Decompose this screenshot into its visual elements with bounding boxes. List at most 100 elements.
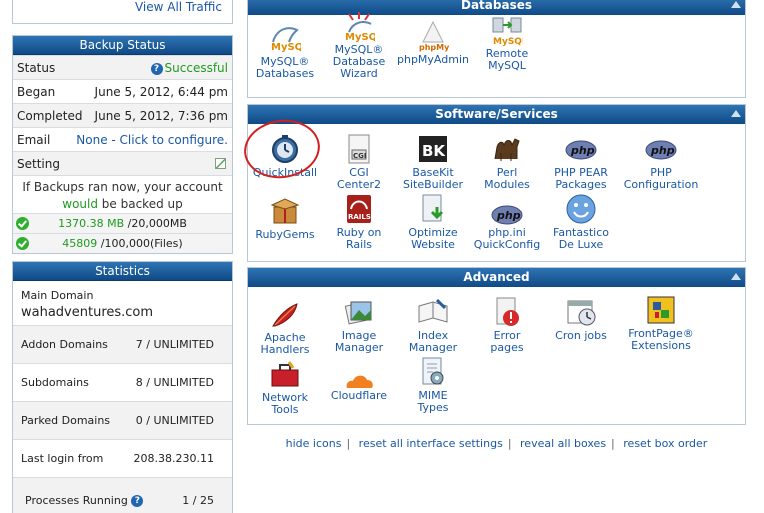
smiley-icon xyxy=(565,193,597,225)
software-services-title: Software/Services xyxy=(435,107,558,121)
email-configure-link[interactable]: None - Click to configure. xyxy=(76,133,228,147)
network-tools-item[interactable]: Network Tools xyxy=(248,358,322,416)
estimate-line-1: If Backups ran now, your account xyxy=(22,180,223,194)
phpmyadmin-icon-text: phpMyAdmin xyxy=(419,43,449,52)
item-label-2: Types xyxy=(417,401,449,414)
rails-icon-text: RAILS xyxy=(348,213,371,221)
error-pages-item[interactable]: Error pages xyxy=(470,296,544,354)
last-login-value: 208.38.230.11 xyxy=(133,452,214,465)
item-label-2: Manager xyxy=(408,341,458,354)
item-label-2: Rails xyxy=(346,238,372,251)
parked-domains-label: Parked Domains xyxy=(21,414,111,427)
hide-icons-link[interactable]: hide icons xyxy=(286,437,342,450)
item-label-1: phpMyAdmin xyxy=(397,53,469,66)
edit-icon[interactable] xyxy=(215,158,226,169)
began-value: June 5, 2012, 6:44 pm xyxy=(94,85,228,99)
last-login-label: Last login from xyxy=(21,452,104,465)
basekit-sitebuilder-item[interactable]: BK BaseKit SiteBuilder xyxy=(396,133,470,191)
mysql-databases-item[interactable]: MySQL MySQL® Databases xyxy=(248,22,322,80)
optimize-website-item[interactable]: Optimize Website xyxy=(396,193,470,251)
status-label: Status xyxy=(17,61,56,75)
mime-types-item[interactable]: MIME Types xyxy=(396,356,470,414)
fantastico-item[interactable]: Fantastico De Luxe xyxy=(544,193,618,251)
item-label-2: Databases xyxy=(255,67,315,80)
phpmyadmin-item[interactable]: phpMyAdmin phpMyAdmin xyxy=(396,20,470,66)
main-domain-row: Main Domain wahadventures.com xyxy=(13,281,232,325)
collapse-icon[interactable] xyxy=(731,273,741,280)
collapse-icon[interactable] xyxy=(731,110,741,117)
collapse-icon[interactable] xyxy=(731,1,741,8)
rubygems-item[interactable]: RubyGems xyxy=(248,195,322,241)
cron-jobs-item[interactable]: Cron jobs xyxy=(544,296,618,342)
wizard-icon-text: MySQL xyxy=(345,32,375,42)
basekit-icon: BK xyxy=(417,133,449,165)
completed-label: Completed xyxy=(17,109,83,123)
mysql-database-wizard-item[interactable]: MySQL MySQL® Database Wizard xyxy=(322,10,396,80)
traffic-box: View All Traffic xyxy=(12,0,233,24)
cloud-icon xyxy=(343,364,375,388)
mb-total: /20,000MB xyxy=(127,217,187,230)
perl-modules-item[interactable]: Perl Modules xyxy=(470,133,544,191)
item-label-2: QuickConfig xyxy=(473,238,541,251)
toolbox-icon xyxy=(269,358,301,390)
php-icon: php xyxy=(565,133,597,165)
item-label-2: Packages xyxy=(555,178,607,191)
php-icon-text: php xyxy=(496,209,521,222)
reveal-all-boxes-link[interactable]: reveal all boxes xyxy=(520,437,606,450)
error-icon xyxy=(491,296,523,328)
phpini-quickconfig-item[interactable]: php php.ini QuickConfig xyxy=(470,199,544,251)
files-total: /100,000(Files) xyxy=(100,237,183,250)
advanced-header: Advanced xyxy=(248,268,745,287)
help-icon[interactable]: ? xyxy=(150,63,163,75)
index-manager-item[interactable]: Index Manager xyxy=(396,296,470,354)
gift-box-icon xyxy=(269,195,301,227)
php-icon: php xyxy=(645,133,677,165)
view-all-traffic-link[interactable]: View All Traffic xyxy=(135,0,222,14)
backup-status-row: Status ? Successful xyxy=(13,55,232,79)
php-pear-packages-item[interactable]: php PHP PEAR Packages xyxy=(544,133,618,191)
item-label-2: pages xyxy=(490,341,524,354)
ruby-on-rails-item[interactable]: RAILS Ruby on Rails xyxy=(322,193,396,251)
item-label-2: SiteBuilder xyxy=(402,178,464,191)
rails-icon: RAILS xyxy=(343,193,375,225)
camel-icon xyxy=(491,133,523,165)
php-icon: php xyxy=(491,199,523,225)
subdomains-label: Subdomains xyxy=(21,376,89,389)
mysql-icon: MySQL xyxy=(269,22,301,54)
remote-mysql-icon: MySQL xyxy=(491,14,523,46)
remote-mysql-icon-text: MySQL xyxy=(493,37,523,46)
item-label-2: De Luxe xyxy=(558,238,604,251)
wizard-icon: MySQL xyxy=(343,10,375,42)
cgi-center-item[interactable]: CGI CGI Center2 xyxy=(322,133,396,191)
disk-usage-meter: 1370.38 MB /20,000MB xyxy=(13,213,232,233)
php-icon-text: php xyxy=(570,144,595,157)
item-label-2: Extensions xyxy=(631,339,691,352)
cloudflare-item[interactable]: Cloudflare xyxy=(322,364,396,402)
cgi-icon-text: CGI xyxy=(353,152,367,160)
main-domain-value: wahadventures.com xyxy=(21,305,154,320)
addon-domains-value: 7 / UNLIMITED xyxy=(135,338,214,351)
backup-status-header: Backup Status xyxy=(13,36,232,55)
main-domain-label: Main Domain xyxy=(21,289,94,302)
frontpage-extensions-item[interactable]: FrontPage® Extensions xyxy=(618,294,704,352)
apache-handlers-item[interactable]: Apache Handlers xyxy=(248,298,322,356)
item-label-2: Modules xyxy=(484,178,530,191)
processes-row: Processes Running ? 1 / 25 xyxy=(13,477,232,513)
reset-interface-settings-link[interactable]: reset all interface settings xyxy=(359,437,503,450)
item-label-3: Wizard xyxy=(340,67,378,80)
help-icon[interactable]: ? xyxy=(131,495,144,507)
mysql-icon-text: MySQL xyxy=(271,42,301,53)
databases-title: Databases xyxy=(460,0,532,12)
software-services-header: Software/Services xyxy=(248,105,745,124)
remote-mysql-item[interactable]: MySQL Remote MySQL xyxy=(470,14,544,72)
subdomains-row: Subdomains 8 / UNLIMITED xyxy=(13,363,232,401)
reset-box-order-link[interactable]: reset box order xyxy=(623,437,707,450)
completed-value: June 5, 2012, 7:36 pm xyxy=(94,109,228,123)
php-configuration-item[interactable]: php PHP Configuration xyxy=(618,133,704,191)
estimate-would: would xyxy=(62,197,98,211)
image-manager-item[interactable]: Image Manager xyxy=(322,296,396,354)
item-label-2: Center2 xyxy=(336,178,382,191)
parked-domains-value: 0 / UNLIMITED xyxy=(135,414,214,427)
book-icon xyxy=(417,296,449,328)
cgi-icon: CGI xyxy=(343,133,375,165)
